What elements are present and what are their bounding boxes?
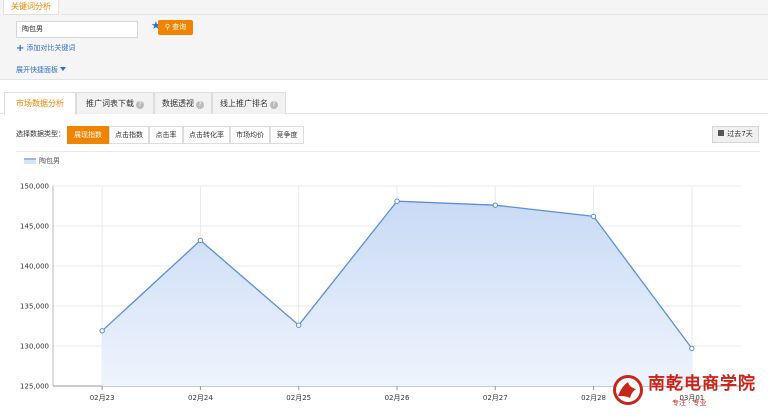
- help-icon: ?: [136, 101, 144, 109]
- data-point: [99, 328, 105, 334]
- y-tick-label: 130,000: [20, 343, 49, 351]
- expand-panel-label: 展开快捷面板: [16, 66, 58, 74]
- tab-data-pivot[interactable]: 数据透视?: [154, 92, 212, 114]
- metric-ctr[interactable]: 点击率: [149, 126, 183, 144]
- data-point: [689, 345, 695, 352]
- caret-down-icon: [60, 67, 66, 71]
- divider: [16, 151, 760, 152]
- tab-divider: [62, 14, 768, 15]
- help-icon: ?: [270, 101, 278, 109]
- plus-icon: +: [16, 43, 25, 54]
- period-label: 过去7天: [727, 130, 753, 138]
- metric-impressions[interactable]: 展现指数: [67, 126, 109, 144]
- expand-panel-link[interactable]: 展开快捷面板: [16, 65, 66, 75]
- analysis-tabs: 市场数据分析 推广词表下载? 数据透视? 线上推广排名?: [0, 92, 768, 115]
- y-tick-label: 145,000: [20, 223, 49, 231]
- watermark-logo: 南乾电商学院 专注 · 专业: [612, 372, 762, 412]
- tab-label: 推广词表下载: [86, 99, 134, 108]
- add-compare-label: 添加对比关键词: [26, 44, 76, 52]
- x-tick-label: 02月25: [286, 394, 311, 402]
- query-button[interactable]: ⚲ 查询: [158, 20, 193, 35]
- legend-label: 陶包男: [39, 157, 60, 165]
- x-tick-label: 02月28: [581, 394, 606, 402]
- calendar-icon: [718, 130, 725, 136]
- metric-competition[interactable]: 竞争度: [270, 126, 304, 144]
- y-tick-label: 140,000: [20, 263, 49, 271]
- logo-mark-icon: [613, 375, 643, 405]
- x-tick-label: 02月24: [188, 394, 213, 402]
- tab-label: 线上推广排名: [220, 99, 268, 108]
- logo-title: 南乾电商学院: [648, 374, 756, 394]
- x-tick-label: 02月27: [483, 394, 508, 402]
- data-point: [590, 213, 597, 220]
- data-point: [296, 322, 302, 328]
- metric-selector-label: 选择数据类型：: [16, 130, 65, 138]
- query-button-label: 查询: [172, 23, 187, 31]
- logo-tagline: 专注 · 专业: [672, 399, 707, 407]
- y-tick-label: 135,000: [20, 303, 49, 311]
- tab-keyword-analysis[interactable]: 关键词分析: [3, 0, 59, 15]
- y-tick-label: 125,000: [20, 383, 49, 391]
- x-tick-label: 02月26: [385, 394, 410, 402]
- tab-market-data[interactable]: 市场数据分析: [4, 92, 76, 115]
- period-select-button[interactable]: 过去7天: [712, 126, 759, 143]
- data-point: [394, 198, 400, 204]
- keyword-panel: 关键词分析 陶包男 ★ ⚲ 查询 + 添加对比关键词 展开快捷面板: [0, 0, 768, 80]
- add-compare-link[interactable]: + 添加对比关键词: [16, 43, 75, 54]
- y-tick-label: 150,000: [20, 183, 49, 191]
- tab-online-ranking[interactable]: 线上推广排名?: [212, 92, 286, 114]
- tab-keyword-download[interactable]: 推广词表下载?: [76, 92, 154, 114]
- help-icon: ?: [196, 101, 204, 109]
- metric-conversion[interactable]: 点击转化率: [183, 126, 230, 144]
- x-tick-label: 02月23: [90, 394, 115, 402]
- metric-avg-price[interactable]: 市场均价: [230, 126, 270, 144]
- data-point: [197, 237, 204, 244]
- legend-swatch: [24, 158, 36, 164]
- metric-clicks[interactable]: 点击指数: [109, 126, 149, 144]
- data-point: [492, 202, 498, 208]
- keyword-input[interactable]: 陶包男: [16, 21, 138, 38]
- tab-label: 数据透视: [162, 99, 194, 108]
- tab-label: 市场数据分析: [16, 99, 64, 108]
